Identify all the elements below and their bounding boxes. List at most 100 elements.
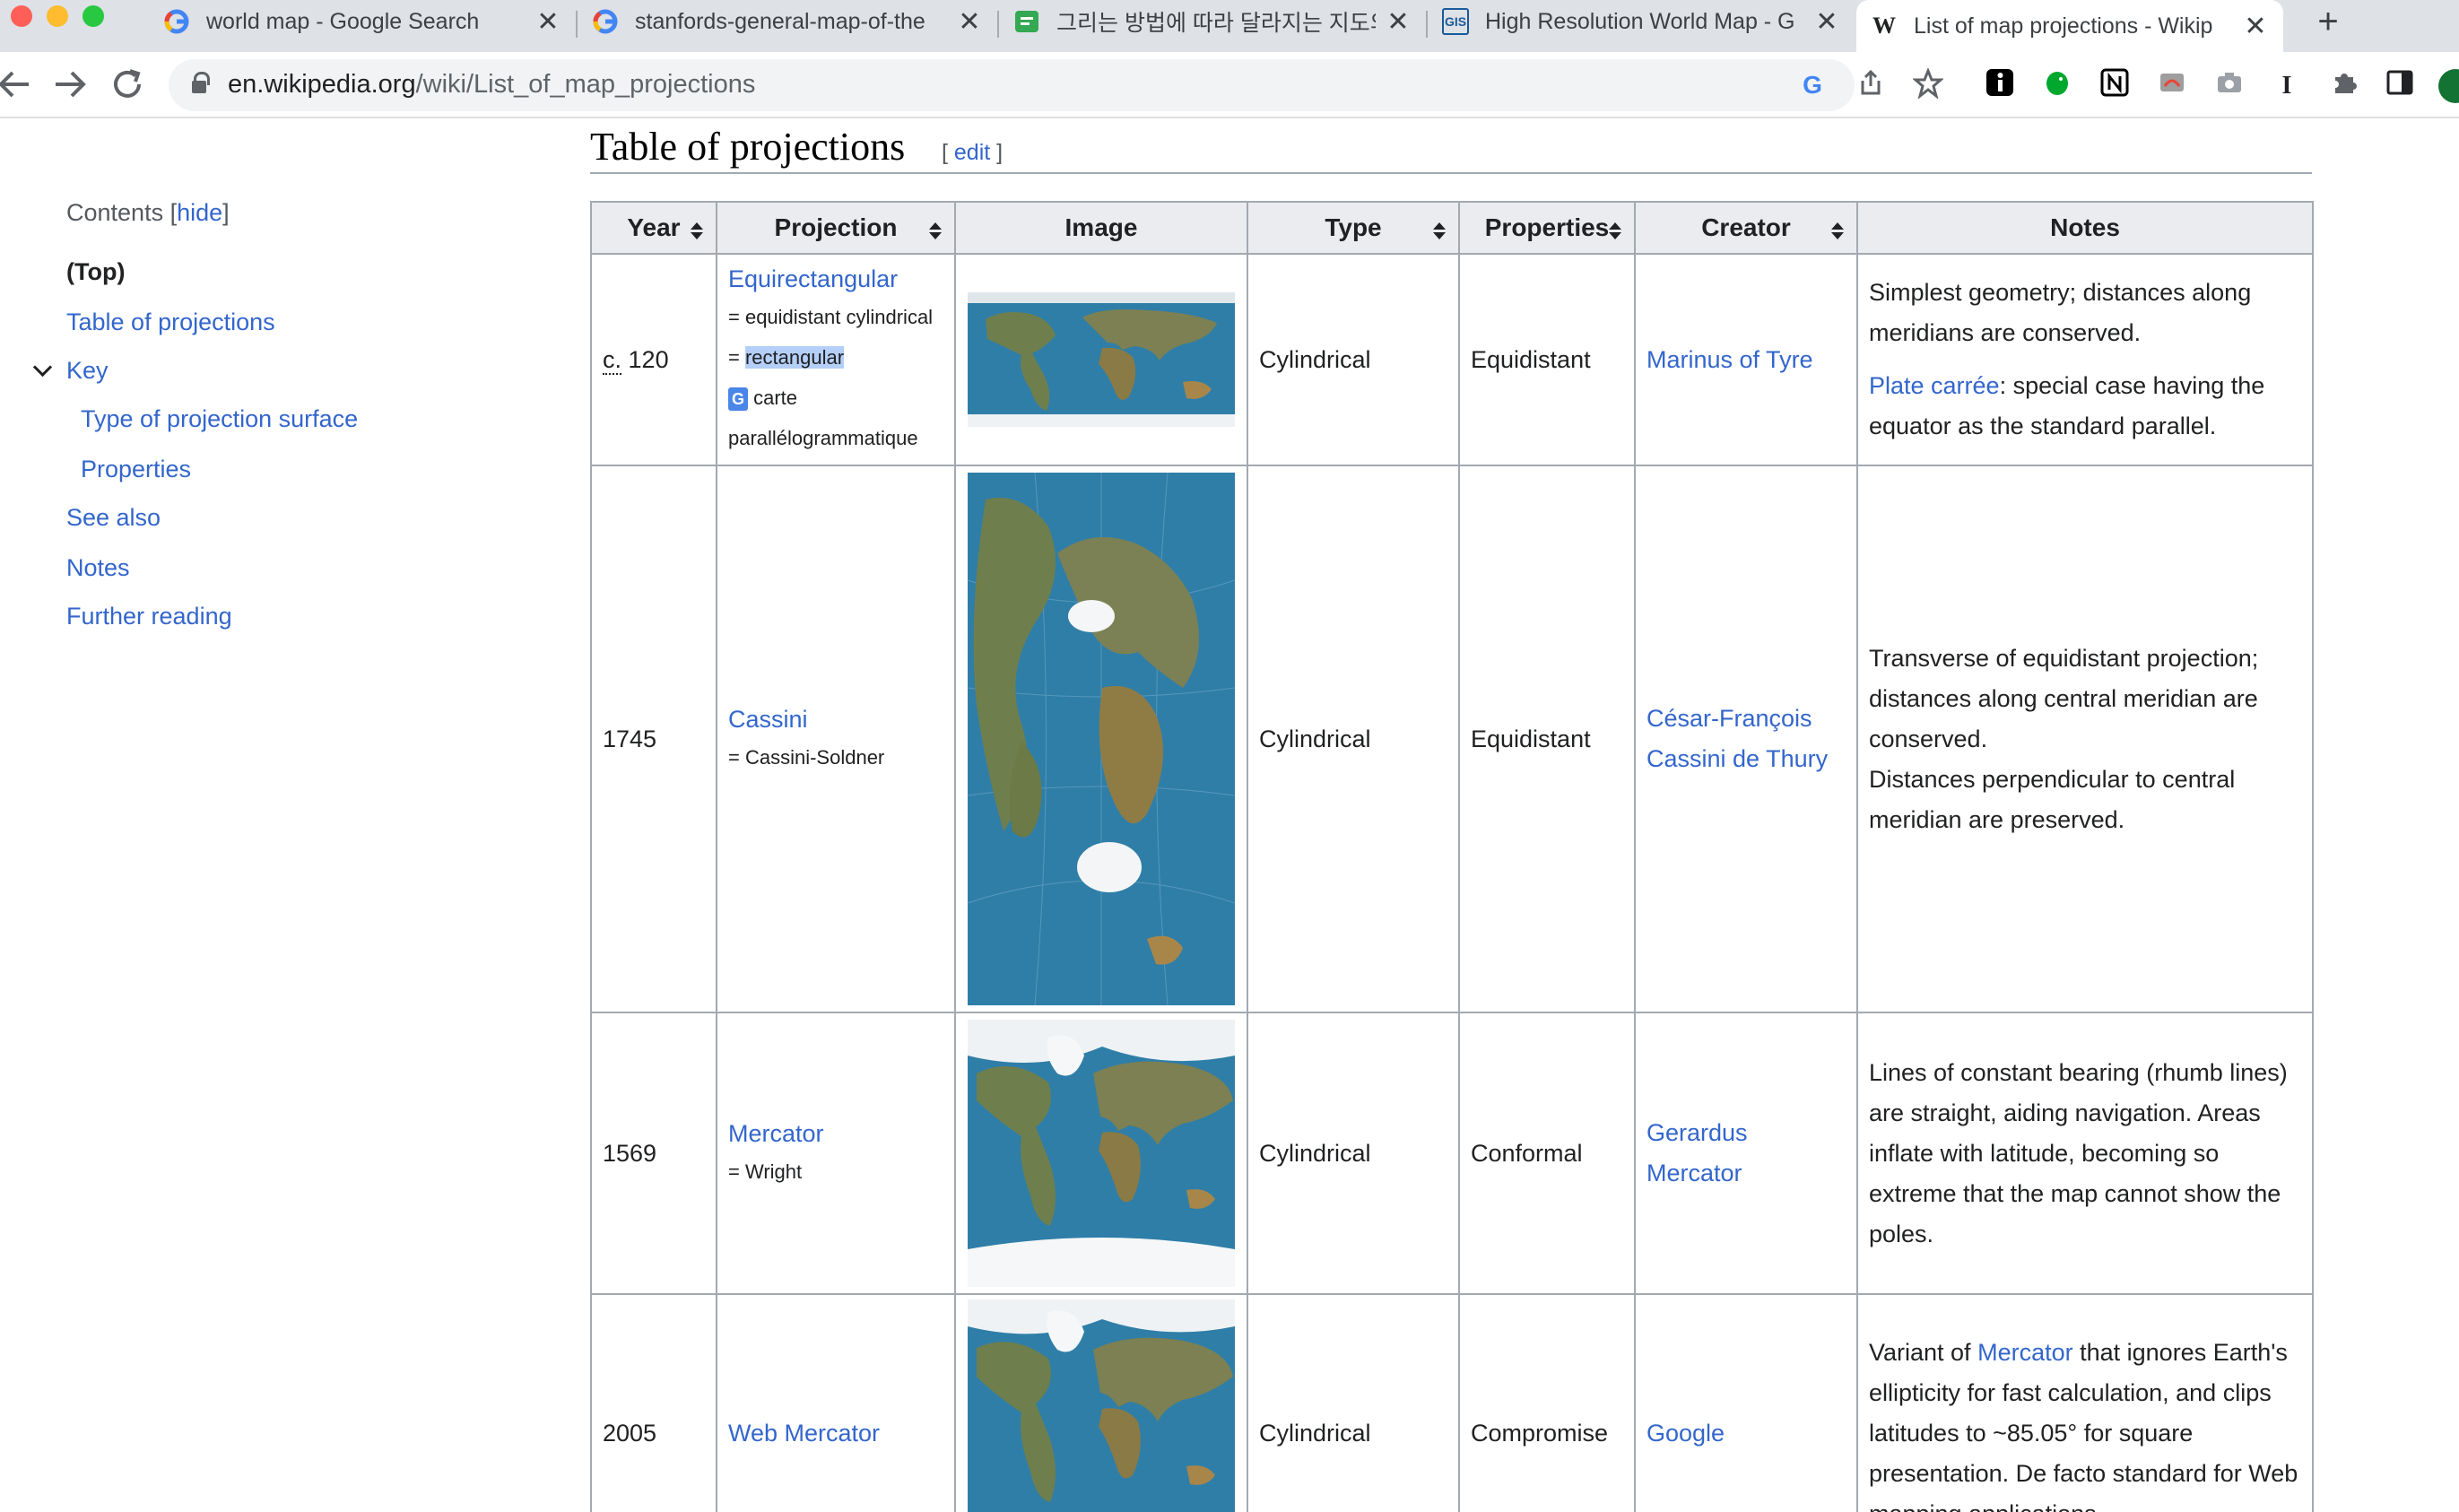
type-cell: Cylindrical	[1247, 465, 1460, 1013]
toc-item-key[interactable]: Key	[66, 357, 109, 385]
browser-tab[interactable]: stanfords-general-map-of-the ✕	[578, 0, 997, 43]
camera-icon[interactable]	[2211, 68, 2247, 104]
creator-cell: Gerardus Mercator	[1634, 1012, 1858, 1295]
column-header-type[interactable]: Type	[1247, 201, 1460, 255]
notes-cell: Transverse of equidistant projection; di…	[1856, 465, 2314, 1013]
creator-cell: Google	[1634, 1293, 1858, 1512]
toc-item-table-of-projections[interactable]: Table of projections	[66, 308, 275, 336]
web-mercator-map-image[interactable]	[968, 1299, 1235, 1512]
plate-carree-link[interactable]: Plate carrée	[1869, 372, 2000, 399]
tab-title: 그리는 방법에 따라 달라지는 지도의	[1056, 11, 1376, 36]
equirectangular-map-image[interactable]	[968, 292, 1235, 427]
column-header-notes: Notes	[1856, 201, 2314, 255]
creator-link[interactable]: César-François Cassini de Thury	[1647, 705, 1828, 772]
close-tab-icon[interactable]: ✕	[956, 6, 983, 38]
creator-link[interactable]: Marinus of Tyre	[1647, 346, 1813, 373]
toc-item-further-reading[interactable]: Further reading	[66, 603, 232, 630]
creator-link[interactable]: Google	[1647, 1420, 1725, 1447]
column-header-properties[interactable]: Properties	[1458, 201, 1636, 255]
browser-toolbar: en.wikipedia.org/wiki/List_of_map_projec…	[0, 52, 2459, 118]
edit-link[interactable]: edit	[954, 140, 990, 165]
notion-icon[interactable]	[2097, 68, 2133, 104]
projection-alias: carte	[753, 387, 798, 409]
cassini-map-image[interactable]	[968, 473, 1235, 1005]
toc-item-top[interactable]: (Top)	[66, 258, 125, 286]
reload-button[interactable]	[106, 63, 149, 106]
column-header-projection[interactable]: Projection	[716, 201, 956, 255]
notes-cell: Simplest geometry; distances along merid…	[1856, 253, 2314, 466]
chat-icon	[1013, 8, 1040, 35]
toc-title: Contents	[66, 199, 164, 226]
chevron-down-icon[interactable]	[32, 359, 54, 380]
properties-cell: Conformal	[1458, 1012, 1636, 1295]
close-tab-icon[interactable]: ✕	[2242, 11, 2269, 42]
toc-item-type-of-projection-surface[interactable]: Type of projection surface	[81, 405, 358, 433]
toc-item-properties[interactable]: Properties	[81, 456, 191, 483]
browser-tab[interactable]: 그리는 방법에 따라 달라지는 지도의 ✕	[999, 0, 1426, 43]
year-value: 120	[628, 345, 669, 373]
sort-icon[interactable]	[1433, 222, 1446, 240]
extensions-puzzle-icon[interactable]	[2326, 68, 2362, 104]
projection-link[interactable]: Mercator	[728, 1120, 824, 1147]
notes-text: Transverse of equidistant projection; di…	[1869, 644, 2259, 752]
minimize-window-button[interactable]	[47, 5, 68, 27]
forward-button[interactable]	[48, 63, 91, 106]
google-translate-icon[interactable]: G	[1797, 70, 1828, 100]
google-icon	[163, 8, 190, 35]
screen-capture-icon[interactable]	[2154, 68, 2190, 104]
projection-link[interactable]: Cassini	[728, 706, 808, 733]
address-bar[interactable]: en.wikipedia.org/wiki/List_of_map_projec…	[169, 59, 1855, 111]
projection-link[interactable]: Equirectangular	[728, 265, 898, 292]
mercator-link[interactable]: Mercator	[1977, 1339, 2073, 1366]
projection-cell: Cassini = Cassini-Soldner	[716, 465, 956, 1013]
back-button[interactable]	[0, 63, 36, 106]
browser-tab[interactable]: world map - Google Search ✕	[149, 0, 576, 43]
notes-text: Lines of constant bearing (rhumb lines) …	[1869, 1058, 2288, 1247]
lock-icon[interactable]	[192, 72, 210, 99]
toc-item-notes[interactable]: Notes	[66, 554, 130, 582]
projection-link[interactable]: Web Mercator	[728, 1420, 880, 1447]
column-header-creator[interactable]: Creator	[1634, 201, 1858, 255]
selected-text[interactable]: rectangular	[744, 346, 845, 369]
notes-cell: Variant of Mercator that ignores Earth's…	[1856, 1293, 2314, 1512]
gis-icon: GIS	[1442, 8, 1469, 35]
image-cell	[954, 1012, 1248, 1295]
browser-tab-strip: world map - Google Search ✕ stanfords-ge…	[0, 0, 2459, 52]
url-text[interactable]: en.wikipedia.org/wiki/List_of_map_projec…	[228, 70, 755, 100]
sort-icon[interactable]	[1831, 222, 1844, 240]
table-header-row: Year Projection Image Type Properties Cr…	[590, 201, 2314, 255]
table-row: c. 120 Equirectangular = equidistant cyl…	[590, 253, 2314, 466]
projection-cell: Equirectangular = equidistant cylindrica…	[716, 253, 956, 466]
table-row: 2005 Web Mercator Cylindrical Compromise…	[590, 1293, 2314, 1512]
bookmark-star-icon[interactable]	[1910, 66, 1946, 104]
table-row: 1569 Mercator = Wright Cylindrical Confo…	[590, 1012, 2314, 1295]
mercator-map-image[interactable]	[968, 1020, 1235, 1287]
sort-icon[interactable]	[929, 222, 942, 240]
share-icon[interactable]	[1853, 68, 1889, 104]
google-translate-icon[interactable]: G	[728, 387, 748, 412]
toc-item-see-also[interactable]: See also	[66, 504, 161, 532]
year-cell: 2005	[590, 1293, 717, 1512]
evernote-icon[interactable]	[2039, 68, 2075, 104]
browser-tab[interactable]: GIS High Resolution World Map - G ✕	[1428, 0, 1855, 43]
sort-icon[interactable]	[691, 222, 703, 240]
sort-icon[interactable]	[1609, 222, 1621, 240]
profile-avatar[interactable]	[2437, 68, 2459, 104]
creator-link[interactable]: Gerardus Mercator	[1647, 1119, 1748, 1186]
side-panel-icon[interactable]	[2382, 68, 2418, 104]
text-cursor-icon[interactable]: I	[2269, 68, 2305, 104]
column-header-year[interactable]: Year	[590, 201, 717, 255]
info-extension-icon[interactable]	[1982, 68, 2018, 104]
new-tab-button[interactable]: +	[2308, 2, 2348, 42]
zoom-window-button[interactable]	[83, 5, 104, 27]
tab-title: List of map projections - Wikip	[1914, 13, 2213, 39]
close-window-button[interactable]	[11, 5, 32, 27]
toc-hide-link[interactable]: hide	[177, 199, 222, 226]
close-tab-icon[interactable]: ✕	[534, 6, 561, 38]
close-tab-icon[interactable]: ✕	[1813, 6, 1840, 38]
circa-abbreviation[interactable]: c.	[603, 345, 622, 375]
close-tab-icon[interactable]: ✕	[1385, 6, 1412, 38]
browser-tab-active[interactable]: W List of map projections - Wikip ✕	[1856, 0, 2283, 52]
projection-cell: Mercator = Wright	[716, 1012, 956, 1295]
section-heading: Table of projections	[590, 125, 906, 169]
